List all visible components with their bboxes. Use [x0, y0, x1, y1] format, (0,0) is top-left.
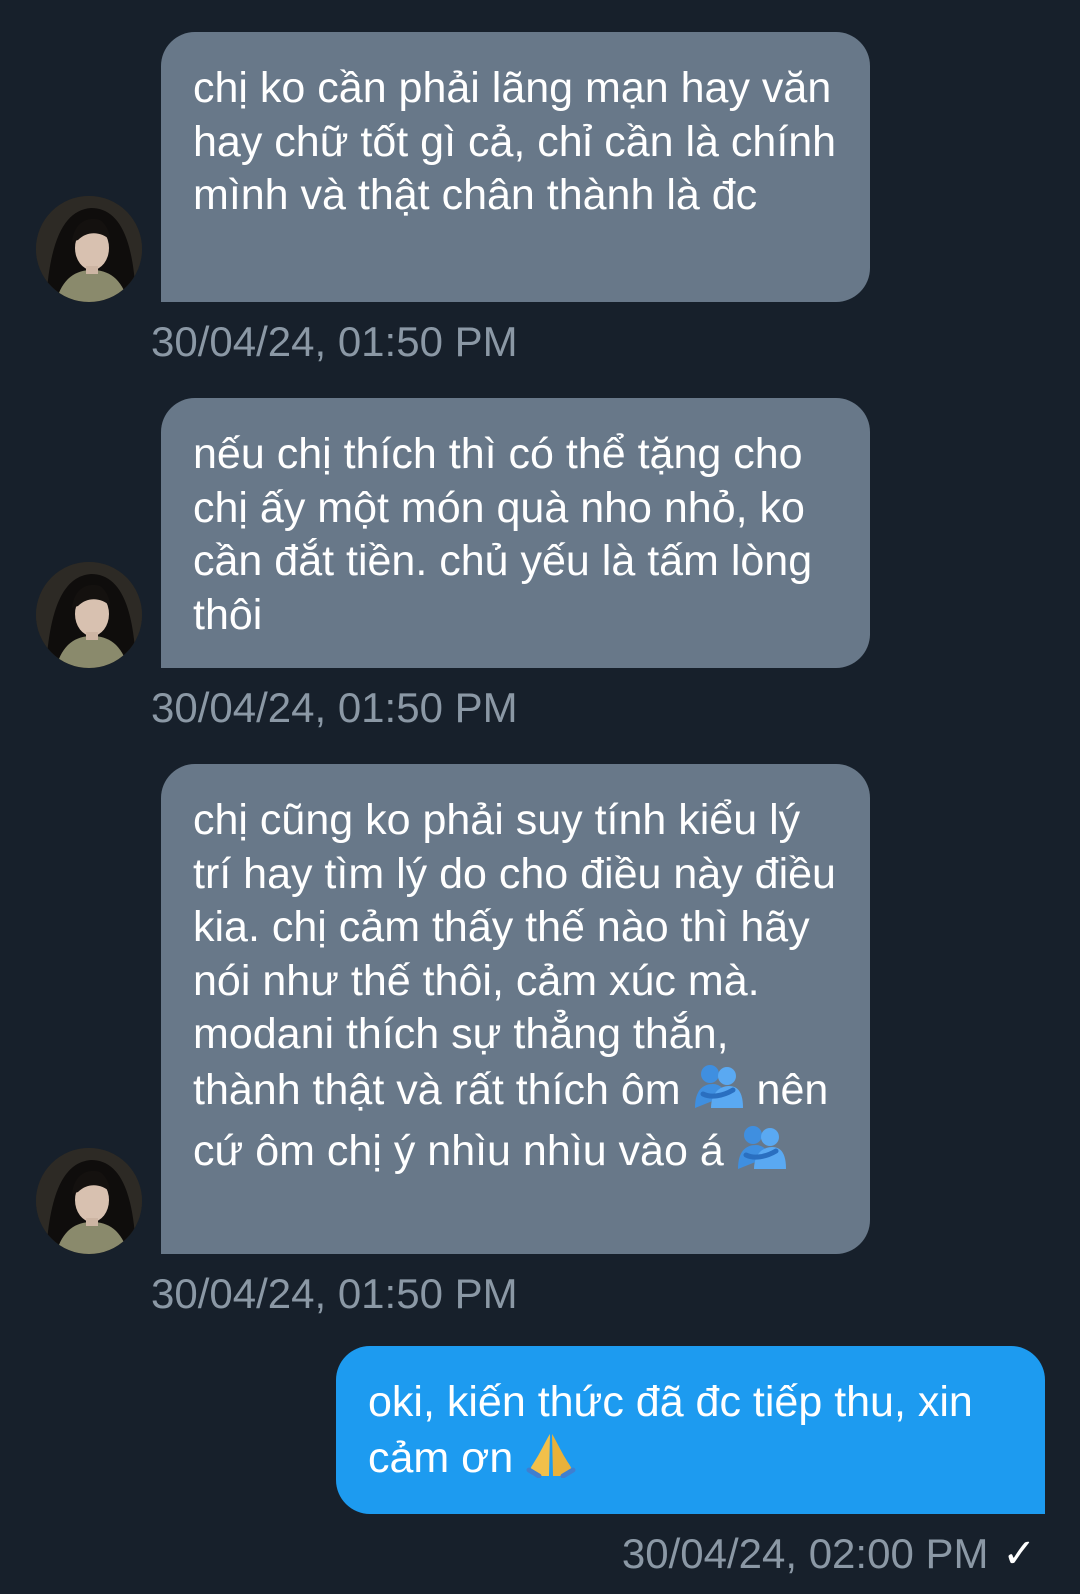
check-icon: ✓ — [1002, 1531, 1036, 1577]
message-text: nếu chị thích thì có thể tặng cho chị ấy… — [193, 430, 813, 639]
message-text: oki, kiến thức đã đc tiếp thu, xin cảm ơ… — [368, 1378, 973, 1482]
avatar[interactable] — [36, 1148, 142, 1254]
message-timestamp: 30/04/24, 01:50 PM — [151, 684, 518, 731]
avatar[interactable] — [36, 196, 142, 302]
message-text: chị ko cần phải lãng mạn hay văn hay chữ… — [193, 64, 837, 219]
folded-hands-icon — [525, 1430, 577, 1492]
people-hugging-icon — [736, 1123, 788, 1185]
message-bubble[interactable]: nếu chị thích thì có thể tặng cho chị ấy… — [161, 398, 870, 668]
message-bubble[interactable]: chị cũng ko phải suy tính kiểu lý trí ha… — [161, 764, 870, 1254]
chat-window: { "messages": [ { "sender": "other", "te… — [0, 0, 1080, 1594]
avatar[interactable] — [36, 562, 142, 668]
message-timestamp: 30/04/24, 02:00 PM — [621, 1530, 989, 1577]
message-bubble[interactable]: chị ko cần phải lãng mạn hay văn hay chữ… — [161, 32, 870, 302]
message-timestamp: 30/04/24, 01:50 PM — [151, 1270, 518, 1317]
outgoing-message-meta: 30/04/24, 02:00 PM ✓ — [622, 1530, 1036, 1578]
outgoing-message-bubble[interactable]: oki, kiến thức đã đc tiếp thu, xin cảm ơ… — [336, 1346, 1045, 1514]
people-hugging-icon — [693, 1062, 745, 1124]
message-timestamp: 30/04/24, 01:50 PM — [151, 318, 518, 365]
